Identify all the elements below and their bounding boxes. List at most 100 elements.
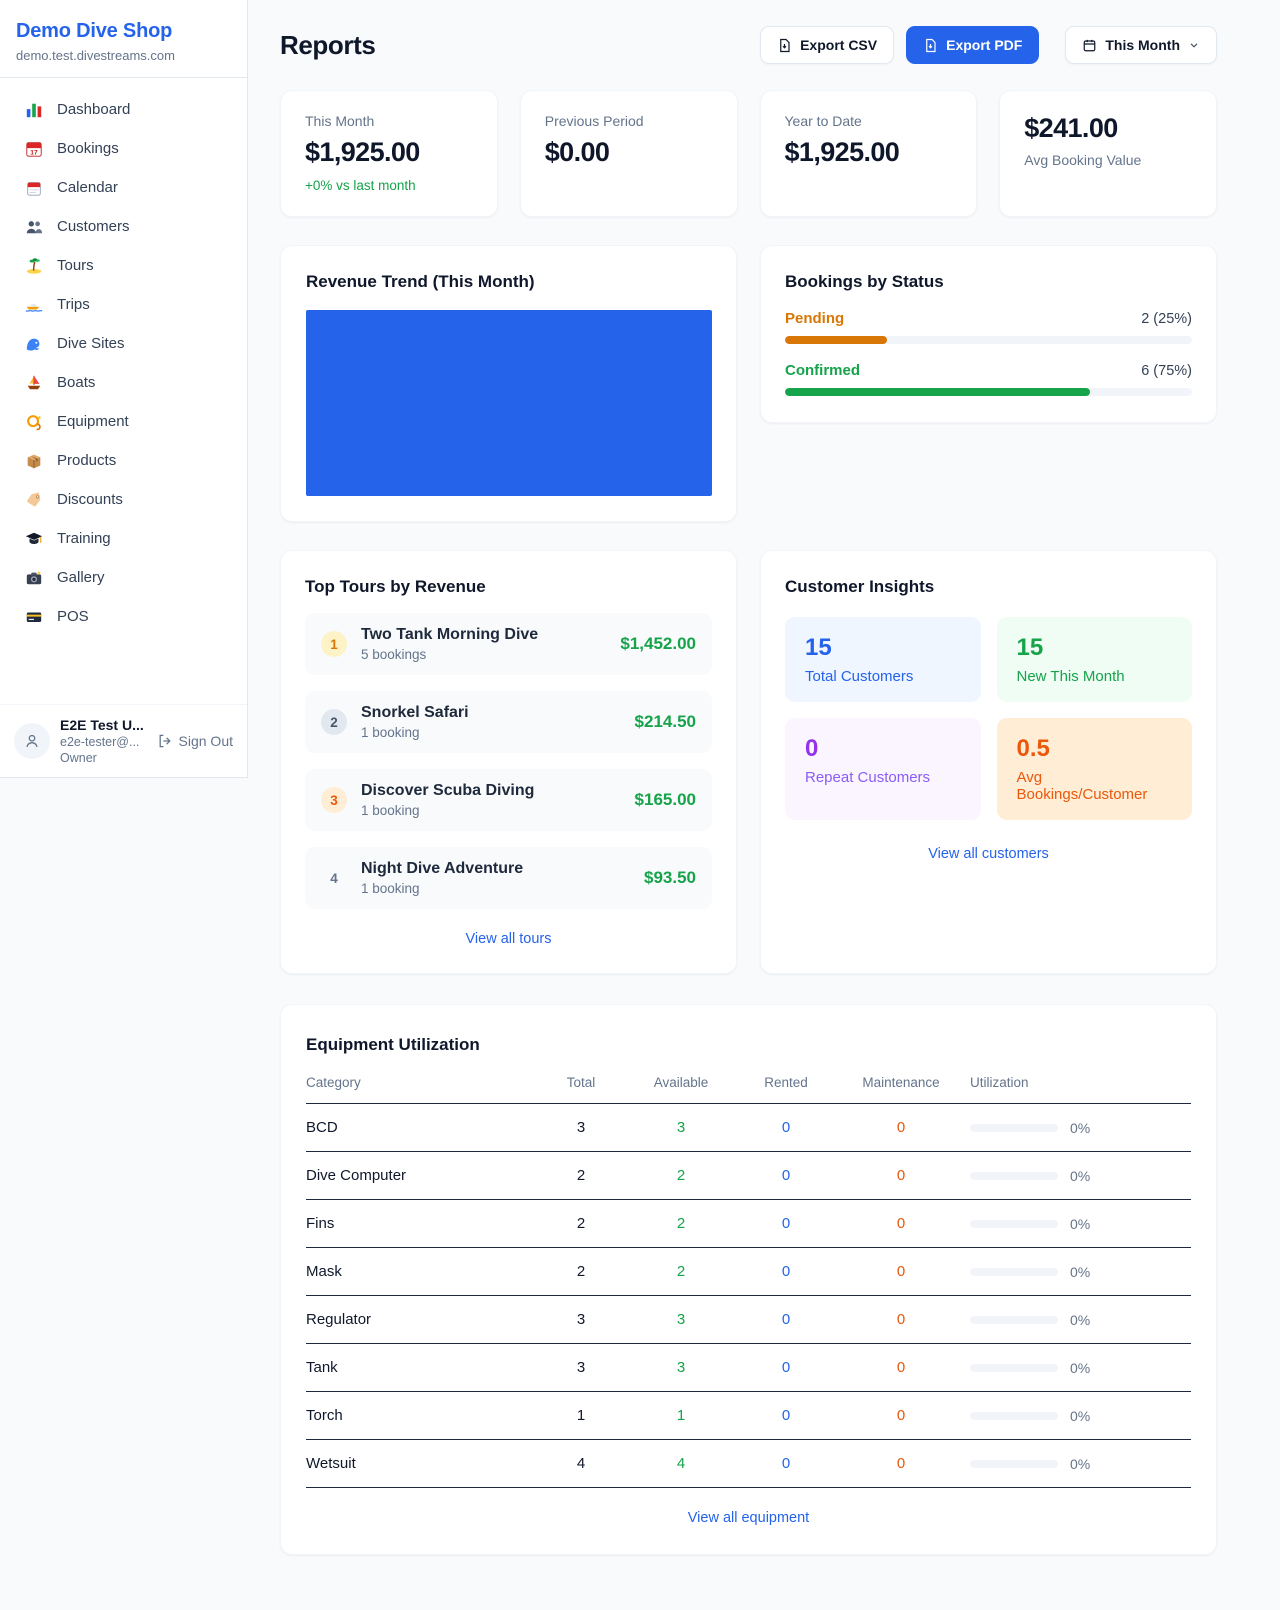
sidebar-item-products[interactable]: Products bbox=[8, 441, 239, 480]
cell-maintenance: 0 bbox=[836, 1248, 966, 1296]
sidebar-item-label: Bookings bbox=[57, 140, 119, 157]
cell-available: 3 bbox=[626, 1344, 736, 1392]
cell-rented: 0 bbox=[736, 1104, 836, 1152]
camera-icon bbox=[24, 568, 43, 587]
page-title: Reports bbox=[280, 30, 375, 61]
status-value: 6 (75%) bbox=[1141, 363, 1192, 379]
cell-maintenance: 0 bbox=[836, 1152, 966, 1200]
equipment-table: Category Total Available Rented Maintena… bbox=[306, 1075, 1191, 1488]
sign-out-button[interactable]: Sign Out bbox=[157, 733, 233, 749]
insight-label: Total Customers bbox=[805, 668, 961, 685]
cell-total: 2 bbox=[536, 1152, 626, 1200]
sidebar-item-pos[interactable]: POS bbox=[8, 597, 239, 636]
sidebar-nav: Dashboard 17 Bookings Calendar Customers… bbox=[0, 78, 247, 648]
view-all-tours-link[interactable]: View all tours bbox=[305, 931, 712, 947]
tour-row[interactable]: 3 Discover Scuba Diving 1 booking $165.0… bbox=[305, 769, 712, 831]
period-dropdown[interactable]: This Month bbox=[1065, 26, 1217, 64]
export-csv-label: Export CSV bbox=[800, 37, 877, 53]
rank-badge: 3 bbox=[321, 787, 347, 813]
stat-label: Year to Date bbox=[785, 113, 953, 129]
tour-bookings: 5 bookings bbox=[361, 647, 538, 662]
customer-insights-card: Customer Insights 15 Total Customers 15 … bbox=[760, 550, 1217, 974]
insight-label: Repeat Customers bbox=[805, 769, 961, 786]
sidebar-item-discounts[interactable]: Discounts bbox=[8, 480, 239, 519]
person-icon bbox=[23, 732, 41, 750]
export-csv-button[interactable]: Export CSV bbox=[760, 26, 894, 64]
dive-mask-icon bbox=[24, 412, 43, 431]
sidebar-item-label: Customers bbox=[57, 218, 130, 235]
tour-row[interactable]: 4 Night Dive Adventure 1 booking $93.50 bbox=[305, 847, 712, 909]
table-row: Mask 2 2 0 0 0% bbox=[306, 1248, 1191, 1296]
utilization-label: 0% bbox=[1070, 1312, 1090, 1328]
table-row: Torch 1 1 0 0 0% bbox=[306, 1392, 1191, 1440]
cell-total: 1 bbox=[536, 1392, 626, 1440]
cell-total: 4 bbox=[536, 1440, 626, 1488]
graduation-cap-icon bbox=[24, 529, 43, 548]
package-icon bbox=[24, 451, 43, 470]
sidebar-item-gallery[interactable]: Gallery bbox=[8, 558, 239, 597]
utilization-label: 0% bbox=[1070, 1360, 1090, 1376]
table-row: Regulator 3 3 0 0 0% bbox=[306, 1296, 1191, 1344]
insight-label: New This Month bbox=[1017, 668, 1173, 685]
utilization-label: 0% bbox=[1070, 1408, 1090, 1424]
cell-available: 1 bbox=[626, 1392, 736, 1440]
sidebar-item-dive-sites[interactable]: Dive Sites bbox=[8, 324, 239, 363]
logout-icon bbox=[157, 733, 173, 749]
tour-row[interactable]: 1 Two Tank Morning Dive 5 bookings $1,45… bbox=[305, 613, 712, 675]
utilization-bar bbox=[970, 1220, 1058, 1228]
rank-badge: 2 bbox=[321, 709, 347, 735]
sidebar-item-tours[interactable]: Tours bbox=[8, 246, 239, 285]
status-row-confirmed: Confirmed 6 (75%) bbox=[785, 362, 1192, 396]
sidebar-item-training[interactable]: Training bbox=[8, 519, 239, 558]
tour-revenue: $1,452.00 bbox=[620, 634, 696, 654]
people-icon bbox=[24, 217, 43, 236]
equipment-utilization-title: Equipment Utilization bbox=[306, 1035, 1191, 1055]
insight-tile-avg-bookings: 0.5 Avg Bookings/Customer bbox=[997, 718, 1193, 820]
lists-row: Top Tours by Revenue 1 Two Tank Morning … bbox=[280, 550, 1217, 974]
view-all-customers-link[interactable]: View all customers bbox=[785, 846, 1192, 862]
cell-maintenance: 0 bbox=[836, 1104, 966, 1152]
bookings-by-status-title: Bookings by Status bbox=[785, 272, 1192, 292]
cell-category: Fins bbox=[306, 1200, 536, 1248]
calendar-date-icon: 17 bbox=[24, 139, 43, 158]
stat-card-year-to-date: Year to Date $1,925.00 bbox=[760, 90, 978, 217]
rank-badge: 1 bbox=[321, 631, 347, 657]
insight-tile-repeat-customers: 0 Repeat Customers bbox=[785, 718, 981, 820]
sailboat-icon bbox=[24, 373, 43, 392]
cell-category: Torch bbox=[306, 1392, 536, 1440]
progress-fill bbox=[785, 336, 887, 344]
sidebar-item-customers[interactable]: Customers bbox=[8, 207, 239, 246]
cell-available: 3 bbox=[626, 1296, 736, 1344]
view-all-equipment-link[interactable]: View all equipment bbox=[306, 1510, 1191, 1526]
sidebar-item-trips[interactable]: Trips bbox=[8, 285, 239, 324]
sidebar-item-bookings[interactable]: 17 Bookings bbox=[8, 129, 239, 168]
cell-available: 2 bbox=[626, 1152, 736, 1200]
column-header: Category bbox=[306, 1075, 536, 1104]
sidebar-item-calendar[interactable]: Calendar bbox=[8, 168, 239, 207]
user-email: e2e-tester@... bbox=[60, 735, 144, 749]
utilization-label: 0% bbox=[1070, 1264, 1090, 1280]
file-download-icon bbox=[923, 38, 938, 53]
stat-value: $1,925.00 bbox=[785, 137, 953, 168]
utilization-bar bbox=[970, 1412, 1058, 1420]
sidebar-item-boats[interactable]: Boats bbox=[8, 363, 239, 402]
export-pdf-button[interactable]: Export PDF bbox=[906, 26, 1039, 64]
sidebar-item-label: Dive Sites bbox=[57, 335, 125, 352]
cell-available: 2 bbox=[626, 1200, 736, 1248]
utilization-bar bbox=[970, 1172, 1058, 1180]
table-header-row: Category Total Available Rented Maintena… bbox=[306, 1075, 1191, 1104]
sidebar-item-label: Boats bbox=[57, 374, 95, 391]
cell-category: Wetsuit bbox=[306, 1440, 536, 1488]
tour-row[interactable]: 2 Snorkel Safari 1 booking $214.50 bbox=[305, 691, 712, 753]
progress-track bbox=[785, 388, 1192, 396]
sidebar-item-equipment[interactable]: Equipment bbox=[8, 402, 239, 441]
cell-category: Mask bbox=[306, 1248, 536, 1296]
cell-rented: 0 bbox=[736, 1344, 836, 1392]
utilization-label: 0% bbox=[1070, 1168, 1090, 1184]
stat-label: This Month bbox=[305, 113, 473, 129]
insight-value: 15 bbox=[1017, 634, 1173, 662]
insight-value: 0 bbox=[805, 735, 961, 763]
customer-insights-title: Customer Insights bbox=[785, 577, 1192, 597]
sidebar-item-dashboard[interactable]: Dashboard bbox=[8, 90, 239, 129]
stat-card-avg-booking-value: $241.00 Avg Booking Value bbox=[999, 90, 1217, 217]
